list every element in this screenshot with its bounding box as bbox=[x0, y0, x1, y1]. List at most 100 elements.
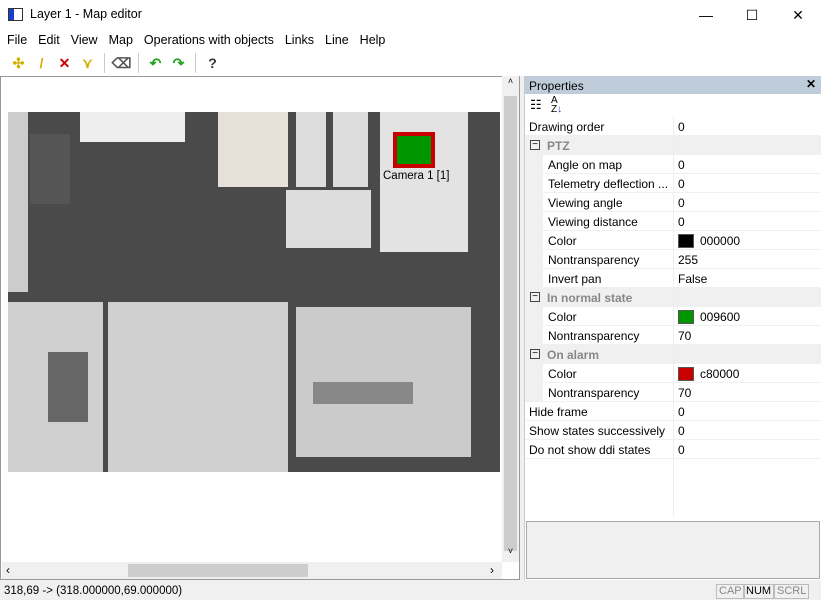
property-description bbox=[526, 521, 820, 579]
property-value[interactable]: 0 bbox=[678, 196, 685, 210]
toolbar-separator bbox=[104, 53, 105, 73]
category-label: In normal state bbox=[547, 291, 633, 305]
property-value-text: 0 bbox=[678, 424, 685, 438]
connect-points-icon[interactable]: ⋎ bbox=[77, 53, 98, 74]
property-key: Telemetry deflection ... bbox=[548, 177, 669, 191]
status-bar: 318,69 -> (318.000000,69.000000) bbox=[0, 581, 821, 600]
property-key: Nontransparency bbox=[548, 329, 640, 343]
property-value-text: 70 bbox=[678, 386, 692, 400]
draw-line-icon[interactable]: / bbox=[31, 53, 52, 74]
property-value-text: 0 bbox=[678, 405, 685, 419]
minimize-button[interactable]: — bbox=[683, 0, 729, 30]
close-panel-icon[interactable]: ✕ bbox=[806, 77, 816, 91]
property-value[interactable]: 0 bbox=[678, 443, 685, 457]
property-value[interactable]: 0 bbox=[678, 424, 685, 438]
menu-view[interactable]: View bbox=[66, 30, 104, 50]
property-key: Show states successively bbox=[529, 424, 666, 438]
property-value-text: 0 bbox=[678, 443, 685, 457]
vertical-scroll-thumb[interactable] bbox=[504, 96, 517, 551]
category-label: PTZ bbox=[547, 139, 570, 153]
collapse-icon[interactable]: − bbox=[530, 140, 540, 150]
title-bar: Layer 1 - Map editor — ☐ ✕ bbox=[0, 0, 821, 30]
property-key: Do not show ddi states bbox=[529, 443, 651, 457]
horizontal-scroll-thumb[interactable] bbox=[128, 564, 308, 577]
property-key: Nontransparency bbox=[548, 386, 640, 400]
menu-file[interactable]: File bbox=[2, 30, 33, 50]
property-value-text: 0 bbox=[678, 196, 685, 210]
num-indicator: NUM bbox=[743, 584, 775, 599]
property-key: Drawing order bbox=[529, 120, 605, 134]
property-value-text: 009600 bbox=[700, 310, 741, 324]
properties-header: Properties ✕ bbox=[525, 76, 821, 94]
property-key: Invert pan bbox=[548, 272, 602, 286]
property-value[interactable]: False bbox=[678, 272, 707, 286]
cap-indicator: CAP bbox=[716, 584, 745, 599]
property-value[interactable]: 0 bbox=[678, 215, 685, 229]
menu-operations-with-objects[interactable]: Operations with objects bbox=[139, 30, 280, 50]
redo-icon[interactable]: ↷ bbox=[168, 53, 189, 74]
color-swatch bbox=[678, 367, 694, 381]
horizontal-scrollbar[interactable]: ‹ › bbox=[2, 562, 502, 579]
property-value-text: 0 bbox=[678, 158, 685, 172]
camera-icon[interactable] bbox=[393, 132, 435, 168]
menu-bar: File Edit View Map Operations with objects Li… bbox=[0, 30, 821, 50]
property-key: Color bbox=[548, 234, 577, 248]
scrl-indicator: SCRL bbox=[774, 584, 810, 599]
property-value[interactable]: c80000 bbox=[678, 367, 739, 381]
window-title: Layer 1 - Map editor bbox=[30, 7, 142, 21]
property-value[interactable]: 0 bbox=[678, 158, 685, 172]
property-value-text: False bbox=[678, 272, 708, 286]
property-value-text: 255 bbox=[678, 253, 699, 267]
collapse-icon[interactable]: − bbox=[530, 349, 540, 359]
property-value-text: 0 bbox=[678, 215, 685, 229]
delete-icon[interactable]: ✕ bbox=[54, 53, 75, 74]
toolbar-separator bbox=[138, 53, 139, 73]
property-value[interactable]: 255 bbox=[678, 253, 698, 267]
app-icon bbox=[8, 8, 23, 21]
floor-plan-image: Camera 1 [1] bbox=[8, 112, 500, 472]
property-value-text: c80000 bbox=[700, 367, 740, 381]
color-swatch bbox=[678, 234, 694, 248]
color-swatch bbox=[678, 310, 694, 324]
property-value-text: 000000 bbox=[700, 234, 741, 248]
category-label: On alarm bbox=[547, 348, 600, 362]
camera-label: Camera 1 [1] bbox=[383, 170, 450, 182]
categorized-view-icon[interactable]: ☷ bbox=[530, 97, 542, 113]
toolbar: ✣ / ✕ ⋎ ⌫ ↶ ↷? bbox=[0, 50, 821, 76]
property-value-text: 0 bbox=[678, 120, 685, 134]
menu-map[interactable]: Map bbox=[104, 30, 139, 50]
property-value-text: 0 bbox=[678, 177, 685, 191]
undo-icon[interactable]: ↶ bbox=[145, 53, 166, 74]
property-value-text: 70 bbox=[678, 329, 692, 343]
toolbar-separator bbox=[195, 53, 196, 73]
vertical-scrollbar[interactable]: ˄ ˅ bbox=[502, 76, 519, 562]
property-key: Viewing distance bbox=[548, 215, 638, 229]
properties-title: Properties bbox=[529, 79, 584, 93]
property-value[interactable]: 0 bbox=[678, 405, 685, 419]
cursor-coordinates: 318,69 -> (318.000000,69.000000) bbox=[4, 585, 183, 597]
property-value[interactable]: 000000 bbox=[678, 234, 740, 248]
add-point-icon[interactable]: ✣ bbox=[8, 53, 29, 74]
property-key: Color bbox=[548, 310, 577, 324]
property-value[interactable]: 0 bbox=[678, 120, 685, 134]
menu-links[interactable]: Links bbox=[280, 30, 320, 50]
property-value[interactable]: 009600 bbox=[678, 310, 740, 324]
property-key: Nontransparency bbox=[548, 253, 640, 267]
property-value[interactable]: 70 bbox=[678, 329, 691, 343]
help-icon[interactable]: ? bbox=[202, 53, 223, 74]
property-value[interactable]: 0 bbox=[678, 177, 685, 191]
property-key: Color bbox=[548, 367, 577, 381]
menu-help[interactable]: Help bbox=[355, 30, 392, 50]
close-button[interactable]: ✕ bbox=[775, 0, 821, 30]
sort-alphabetical-icon[interactable]: A Z↓ bbox=[551, 96, 562, 115]
property-key: Angle on map bbox=[548, 158, 623, 172]
eraser-icon[interactable]: ⌫ bbox=[111, 53, 132, 74]
maximize-button[interactable]: ☐ bbox=[729, 0, 775, 30]
property-key: Hide frame bbox=[529, 405, 588, 419]
collapse-icon[interactable]: − bbox=[530, 292, 540, 302]
property-key: Viewing angle bbox=[548, 196, 623, 210]
menu-line[interactable]: Line bbox=[320, 30, 355, 50]
properties-panel: Properties ✕ ☷ A Z↓ Drawing order 0− PTZ Ang… bbox=[524, 76, 821, 580]
property-value[interactable]: 70 bbox=[678, 386, 691, 400]
menu-edit[interactable]: Edit bbox=[33, 30, 66, 50]
